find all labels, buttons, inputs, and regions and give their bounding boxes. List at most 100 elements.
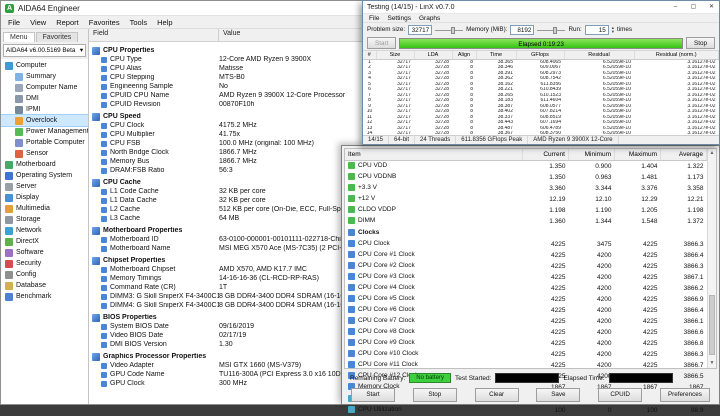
field-cell: North Bridge Clock [89,149,219,156]
tree-label: Portable Computer [26,139,85,146]
memory-input[interactable]: 8192 [510,25,534,35]
field-icon [101,93,107,99]
sensor-col-current[interactable]: Current [523,149,569,160]
sidebar-item-ipmi[interactable]: IPMI [1,104,88,115]
run-count-spinner[interactable]: 15 [585,25,609,35]
problem-size-slider[interactable] [435,26,463,34]
sidebar-item-database[interactable]: Database [1,280,88,291]
column-field[interactable]: Field [89,29,219,41]
group-cell: Graphics Processor Properties [89,353,206,361]
sidebar-item-benchmark[interactable]: Benchmark [1,291,88,302]
sensor-value-cell: 3866.9 [661,294,707,305]
linx-menu-file[interactable]: File [365,15,383,22]
linx-titlebar[interactable]: Testing (14/15) - LinX v0.7.0 – ▢ ✕ [363,1,719,14]
sidebar-item-operating-system[interactable]: Operating System [1,170,88,181]
tab-favorites[interactable]: Favorites [36,32,79,42]
sensor-value-cell: 1.372 [661,216,707,227]
menu-view[interactable]: View [25,18,51,27]
sensor-row: +3.3 V3.3603.3443.3763.358 [345,183,707,194]
start-button[interactable]: Start [351,388,395,402]
sensor-value-cell: 100 [523,405,569,416]
linx-menu-settings[interactable]: Settings [383,15,415,22]
scroll-up-icon[interactable]: ▲ [710,149,715,158]
sidebar-item-summary[interactable]: Summary [1,71,88,82]
field-label: CPU FSB [110,140,140,147]
benchmark-icon [5,293,13,301]
save-button[interactable]: Save [536,388,580,402]
linx-start-button[interactable]: Start [367,37,396,49]
scrollbar-thumb[interactable] [709,295,715,355]
field-icon [101,150,107,156]
tab-menu[interactable]: Menu [3,32,35,42]
sensor-value-cell: 12.19 [523,194,569,205]
sidebar-item-directx[interactable]: DirectX [1,236,88,247]
sensor-item-label: Clocks [358,228,379,237]
linx-stop-button[interactable]: Stop [686,37,715,49]
sensor-value-cell: 4225 [615,360,661,371]
sidebar-item-config[interactable]: Config [1,269,88,280]
display-icon [5,194,13,202]
cpu-icon [348,406,355,413]
sidebar-item-motherboard[interactable]: Motherboard [1,159,88,170]
clock-icon [348,262,355,269]
clear-button[interactable]: Clear [475,388,519,402]
sensor-col-average[interactable]: Average [661,149,707,160]
close-icon[interactable]: ✕ [704,1,719,13]
battery-label: Remaining Battery: [350,375,405,382]
sidebar-item-computer-name[interactable]: Computer Name [1,82,88,93]
sidebar-item-network[interactable]: Network [1,225,88,236]
clock-icon [348,284,355,291]
menu-help[interactable]: Help [152,18,177,27]
sidebar-item-sensor[interactable]: Sensor [1,148,88,159]
motherboard-icon [5,161,13,169]
sensor-value-cell: 4225 [615,327,661,338]
category-icon [92,179,100,187]
stop-button[interactable]: Stop [413,388,457,402]
linx-progress-row: Start Elapsed 0:19:23 Stop [363,36,719,50]
version-select[interactable]: AIDA64 v6.00.5169 Beta ▾ [3,44,86,57]
preferences-button[interactable]: Preferences [660,388,710,402]
field-label: DIMM4: G Skill SniperX F4-3400C16-8GSXW [110,302,219,309]
minimize-icon[interactable]: – [668,1,683,13]
sensor-row: CPU Core #11 Clock4225420042253866.7 [345,360,707,371]
cpuid-button[interactable]: CPUID [598,388,642,402]
spinner-arrows-icon[interactable]: ▴▾ [612,26,614,34]
category-icon [92,113,100,121]
scrollbar-track[interactable] [708,158,716,359]
sidebar-item-dmi[interactable]: DMI [1,93,88,104]
scroll-down-icon[interactable]: ▼ [710,359,715,368]
sidebar-item-portable-computer[interactable]: Portable Computer [1,137,88,148]
menu-favorites[interactable]: Favorites [84,18,125,27]
menu-tools[interactable]: Tools [125,18,153,27]
tree-label: Summary [26,73,56,80]
field-icon [101,342,107,348]
problem-size-input[interactable]: 32717 [408,25,432,35]
sensor-col-maximum[interactable]: Maximum [615,149,661,160]
sensor-value-cell: 4225 [615,283,661,294]
volt-icon [348,217,355,224]
memory-slider[interactable] [537,26,565,34]
sidebar-item-software[interactable]: Software [1,247,88,258]
sidebar-item-server[interactable]: Server [1,181,88,192]
menu-file[interactable]: File [3,18,25,27]
sensor-scrollbar[interactable]: ▲ ▼ [707,149,716,368]
sensor-item-name: CPU Core #4 Clock [348,283,415,292]
linx-menu-graphs[interactable]: Graphs [415,15,444,22]
sensor-item-cell: CPU VDD [345,160,523,172]
sidebar-item-security[interactable]: Security [1,258,88,269]
sensor-item-cell: CPU Core #6 Clock [345,305,523,316]
maximize-icon[interactable]: ▢ [686,1,701,13]
sidebar-item-power-management[interactable]: Power Management [1,126,88,137]
sensor-col-item[interactable]: Item [345,149,523,160]
menu-report[interactable]: Report [51,18,84,27]
sidebar-item-display[interactable]: Display [1,192,88,203]
sensor-col-minimum[interactable]: Minimum [569,149,615,160]
clock-icon [348,229,355,236]
sensor-item-name: CPU Core #5 Clock [348,294,415,303]
aida64-window-title: AIDA64 Engineer [18,4,80,13]
sidebar-item-overclock[interactable]: Overclock [1,115,88,126]
field-cell: CPU Clock [89,122,219,129]
sidebar-item-computer[interactable]: Computer [1,60,88,71]
sidebar-item-multimedia[interactable]: Multimedia [1,203,88,214]
sidebar-item-storage[interactable]: Storage [1,214,88,225]
